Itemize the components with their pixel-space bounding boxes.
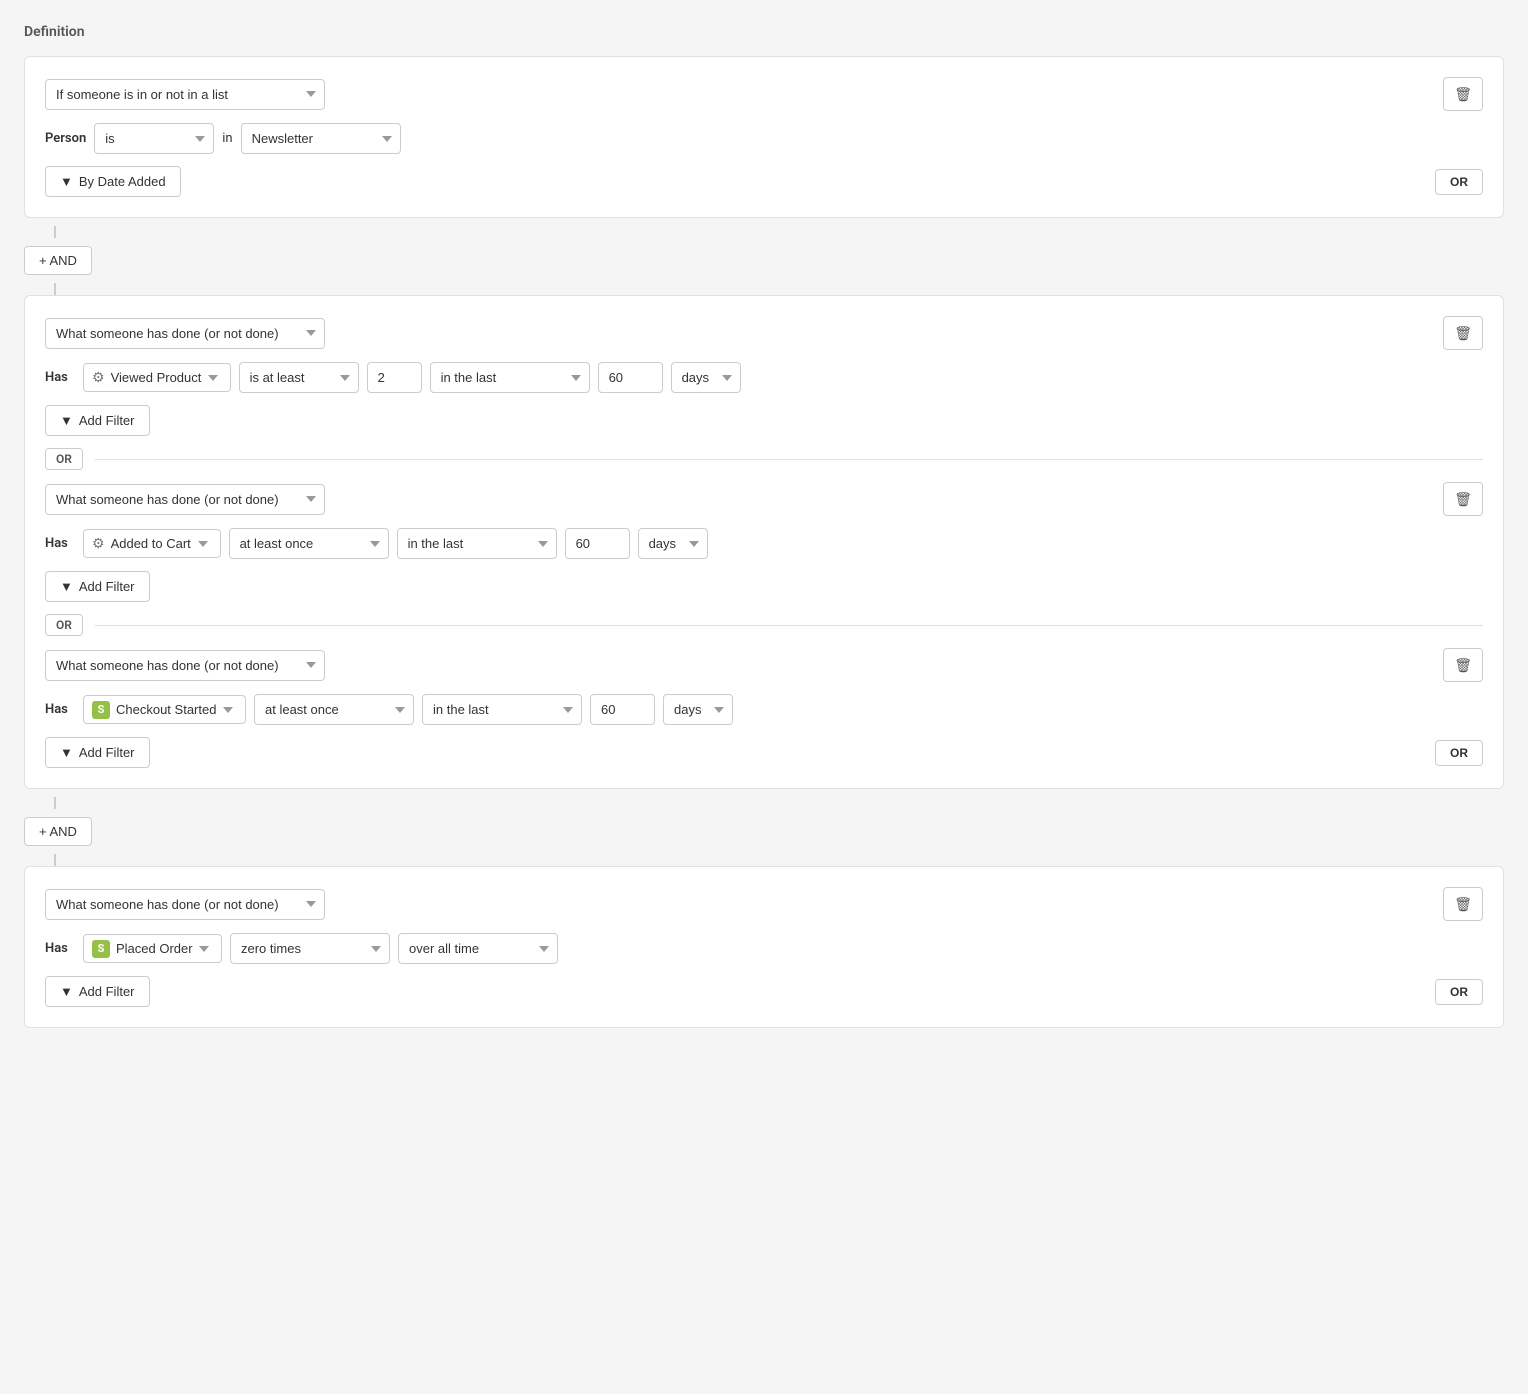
frequency-select-2a[interactable]: is at least bbox=[239, 362, 359, 393]
has-label-3: Has bbox=[45, 941, 75, 956]
gear-icon-2b: ⚙ bbox=[92, 536, 105, 552]
frequency-select-3[interactable]: zero times bbox=[230, 933, 390, 964]
frequency-select-2c[interactable]: at least once bbox=[254, 694, 414, 725]
filter-icon-2b: ▼ bbox=[60, 579, 73, 594]
add-filter-2a-button[interactable]: ▼ Add Filter bbox=[45, 405, 150, 436]
or-button-group3[interactable]: OR bbox=[1435, 979, 1483, 1005]
filter-icon-2a: ▼ bbox=[60, 413, 73, 428]
or-divider-line-2bc bbox=[95, 625, 1483, 626]
filter-icon-3: ▼ bbox=[60, 984, 73, 999]
delete-group-2b-button[interactable]: 🗑 bbox=[1443, 482, 1483, 516]
delete-group-2c-button[interactable]: 🗑 bbox=[1443, 648, 1483, 682]
condition-type-select-2a[interactable]: What someone has done (or not done) bbox=[45, 318, 325, 349]
and-button-2[interactable]: + AND bbox=[24, 817, 92, 846]
condition-type-select-3[interactable]: What someone has done (or not done) bbox=[45, 889, 325, 920]
time-filter-select-2a[interactable]: in the last bbox=[430, 362, 590, 393]
page-title: Definition bbox=[24, 24, 1504, 40]
person-condition-select[interactable]: is bbox=[94, 123, 214, 154]
trash-icon-2c: 🗑 bbox=[1454, 657, 1472, 674]
unit-select-2a[interactable]: days bbox=[671, 362, 741, 393]
condition-group-3: What someone has done (or not done) 🗑 Ha… bbox=[24, 866, 1504, 1028]
unit-select-2b[interactable]: days bbox=[638, 528, 708, 559]
or-button-group1[interactable]: OR bbox=[1435, 169, 1483, 195]
or-label-2bc: OR bbox=[45, 614, 83, 636]
add-filter-2b-button[interactable]: ▼ Add Filter bbox=[45, 571, 150, 602]
has-label-2b: Has bbox=[45, 536, 75, 551]
condition-group-1: If someone is in or not in a list 🗑 Pers… bbox=[24, 56, 1504, 218]
filter-icon-1: ▼ bbox=[60, 174, 73, 189]
duration-input-2b[interactable] bbox=[565, 528, 630, 559]
time-filter-select-2c[interactable]: in the last bbox=[422, 694, 582, 725]
delete-group-3-button[interactable]: 🗑 bbox=[1443, 887, 1483, 921]
trash-icon-2a: 🗑 bbox=[1454, 325, 1472, 342]
trash-icon-3: 🗑 bbox=[1454, 896, 1472, 913]
add-filter-3-button[interactable]: ▼ Add Filter bbox=[45, 976, 150, 1007]
filter-icon-2c: ▼ bbox=[60, 745, 73, 760]
in-label: in bbox=[222, 131, 232, 146]
delete-group-1-button[interactable]: 🗑 bbox=[1443, 77, 1483, 111]
delete-group-2a-button[interactable]: 🗑 bbox=[1443, 316, 1483, 350]
event-select-2c[interactable]: S Checkout Started bbox=[83, 695, 246, 724]
duration-input-2c[interactable] bbox=[590, 694, 655, 725]
or-label-2ab: OR bbox=[45, 448, 83, 470]
condition-group-2: What someone has done (or not done) 🗑 Ha… bbox=[24, 295, 1504, 789]
shopify-icon-3: S bbox=[92, 940, 110, 958]
condition-type-select-2c[interactable]: What someone has done (or not done) bbox=[45, 650, 325, 681]
event-name-select-2b[interactable]: Added to Cart bbox=[105, 534, 212, 553]
unit-select-2c[interactable]: days bbox=[663, 694, 733, 725]
event-name-select-2a[interactable]: Viewed Product bbox=[105, 368, 222, 387]
has-label-2a: Has bbox=[45, 370, 75, 385]
event-select-3[interactable]: S Placed Order bbox=[83, 934, 222, 963]
event-name-select-2c[interactable]: Checkout Started bbox=[110, 700, 237, 719]
event-select-2a[interactable]: ⚙ Viewed Product bbox=[83, 363, 231, 392]
trash-icon-1: 🗑 bbox=[1454, 86, 1472, 103]
time-filter-select-3[interactable]: over all time bbox=[398, 933, 558, 964]
duration-input-2a[interactable] bbox=[598, 362, 663, 393]
add-filter-2c-button[interactable]: ▼ Add Filter bbox=[45, 737, 150, 768]
time-filter-select-2b[interactable]: in the last bbox=[397, 528, 557, 559]
count-input-2a[interactable] bbox=[367, 362, 422, 393]
condition-type-select-1[interactable]: If someone is in or not in a list bbox=[45, 79, 325, 110]
trash-icon-2b: 🗑 bbox=[1454, 491, 1472, 508]
or-divider-line-2ab bbox=[95, 459, 1483, 460]
and-button-1[interactable]: + AND bbox=[24, 246, 92, 275]
shopify-icon-2c: S bbox=[92, 701, 110, 719]
or-button-group2[interactable]: OR bbox=[1435, 740, 1483, 766]
list-select[interactable]: Newsletter bbox=[241, 123, 401, 154]
has-label-2c: Has bbox=[45, 702, 75, 717]
gear-icon-2a: ⚙ bbox=[92, 370, 105, 386]
event-name-select-3[interactable]: Placed Order bbox=[110, 939, 213, 958]
by-date-added-button[interactable]: ▼ By Date Added bbox=[45, 166, 181, 197]
event-select-2b[interactable]: ⚙ Added to Cart bbox=[83, 529, 221, 558]
frequency-select-2b[interactable]: at least once bbox=[229, 528, 389, 559]
condition-type-select-2b[interactable]: What someone has done (or not done) bbox=[45, 484, 325, 515]
person-label: Person bbox=[45, 131, 86, 146]
